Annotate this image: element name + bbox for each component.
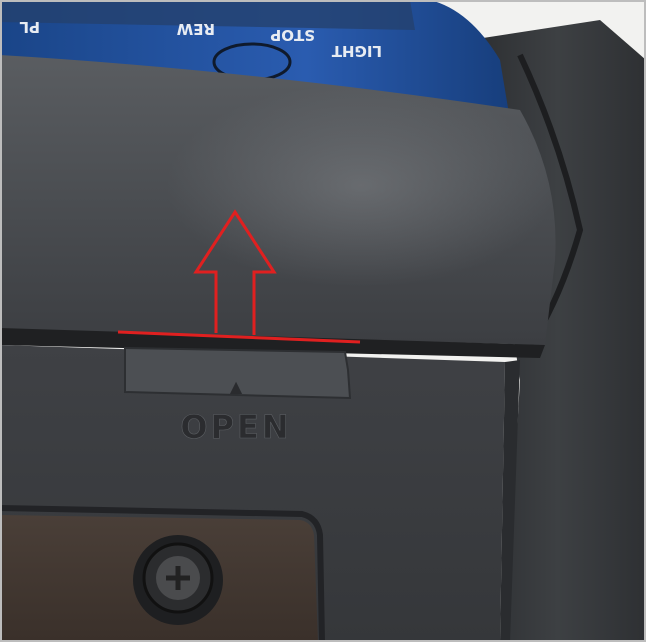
label-stop: STOP [270, 26, 315, 44]
label-play: PL [19, 18, 40, 36]
latch-triangle-icon: ▲ [230, 377, 243, 396]
photo-canvas: LIGHT STOP REW PL ▲ OPEN [0, 0, 646, 642]
device-photo: LIGHT STOP REW PL ▲ OPEN [0, 0, 646, 642]
label-rew: REW [176, 20, 215, 38]
label-light: LIGHT [331, 42, 382, 60]
latch-open-label: OPEN [180, 408, 291, 446]
